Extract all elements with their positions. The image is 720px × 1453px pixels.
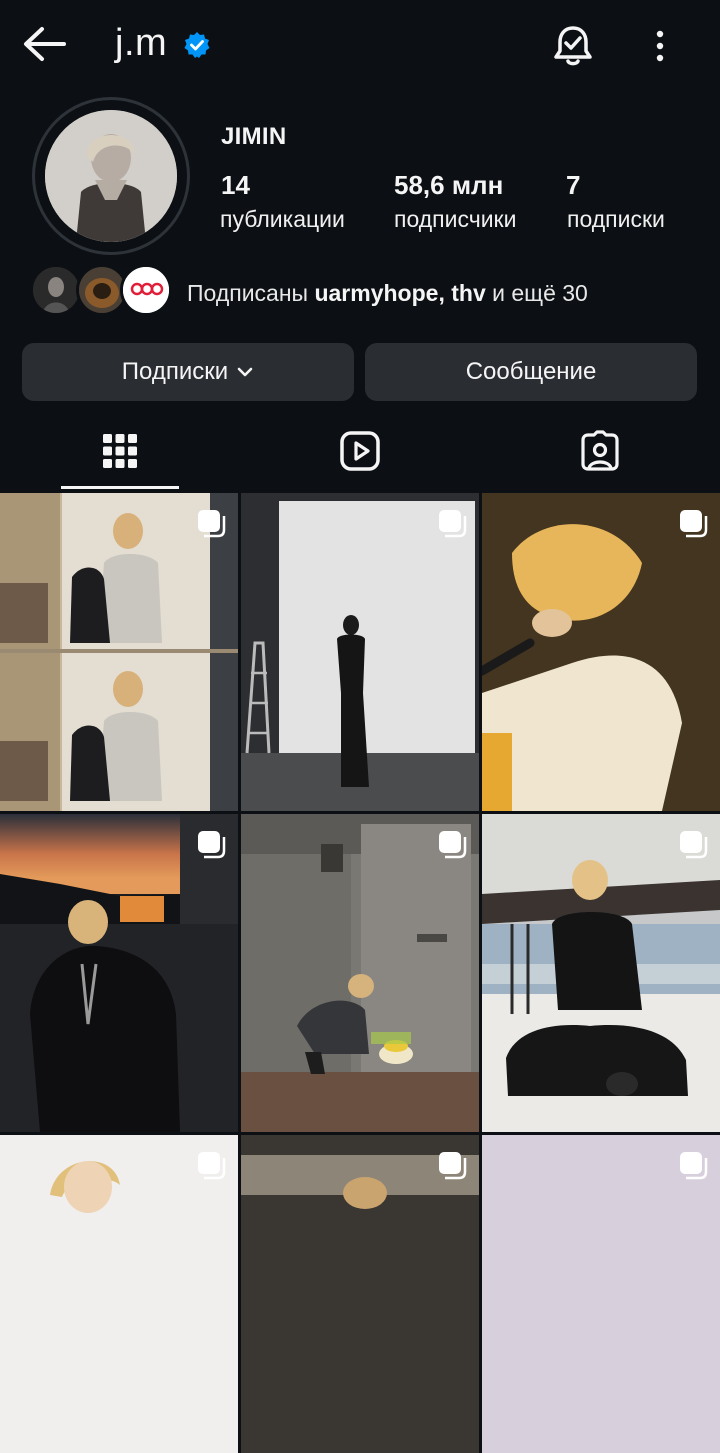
profile-avatar[interactable]	[32, 97, 190, 255]
post-thumbnail[interactable]	[0, 1135, 238, 1453]
reels-icon	[339, 430, 381, 477]
mutual-follower-avatar[interactable]	[120, 264, 172, 316]
carousel-icon	[437, 508, 467, 538]
carousel-icon	[678, 508, 708, 538]
mutual-follower-avatar[interactable]	[30, 264, 82, 316]
followed-by-text[interactable]: Подписаны uarmyhope, thv и ещё 30	[187, 280, 588, 307]
message-button[interactable]: Сообщение	[365, 343, 697, 401]
mutual-user-2[interactable]: thv	[451, 280, 486, 306]
display-name: JIMIN	[221, 123, 287, 150]
verified-badge-icon	[183, 31, 211, 59]
active-tab-indicator	[61, 486, 179, 489]
post-thumbnail[interactable]	[482, 1135, 720, 1453]
post-thumbnail[interactable]	[0, 814, 238, 1132]
following-count[interactable]: 7	[566, 170, 580, 201]
post-thumbnail[interactable]	[241, 1135, 479, 1453]
grid-icon	[102, 433, 138, 474]
chevron-down-icon	[236, 358, 254, 386]
profile-username: j.m	[115, 22, 168, 64]
tab-posts-grid[interactable]	[30, 418, 210, 488]
tab-reels[interactable]	[270, 418, 450, 488]
post-thumbnail[interactable]	[241, 493, 479, 811]
carousel-icon	[196, 1150, 226, 1180]
back-arrow-icon[interactable]	[20, 24, 68, 64]
post-thumbnail[interactable]	[0, 493, 238, 811]
carousel-icon	[678, 829, 708, 859]
posts-grid	[0, 493, 720, 1453]
carousel-icon	[678, 1150, 708, 1180]
carousel-icon	[437, 829, 467, 859]
following-label[interactable]: подписки	[567, 206, 665, 233]
mutual-user-1[interactable]: uarmyhope	[314, 280, 438, 306]
followers-label[interactable]: подписчики	[394, 206, 516, 233]
more-vertical-icon[interactable]	[648, 26, 672, 66]
tagged-icon	[579, 429, 621, 477]
posts-count[interactable]: 14	[221, 170, 250, 201]
post-thumbnail[interactable]	[482, 493, 720, 811]
posts-label[interactable]: публикации	[220, 206, 345, 233]
followers-count[interactable]: 58,6 млн	[394, 170, 503, 201]
carousel-icon	[196, 829, 226, 859]
following-button-label: Подписки	[121, 358, 229, 385]
carousel-icon	[437, 1150, 467, 1180]
notification-bell-icon[interactable]	[552, 22, 594, 68]
carousel-icon	[196, 508, 226, 538]
following-button[interactable]: Подписки	[22, 343, 354, 401]
tab-tagged[interactable]	[510, 418, 690, 488]
post-thumbnail[interactable]	[482, 814, 720, 1132]
post-thumbnail[interactable]	[241, 814, 479, 1132]
